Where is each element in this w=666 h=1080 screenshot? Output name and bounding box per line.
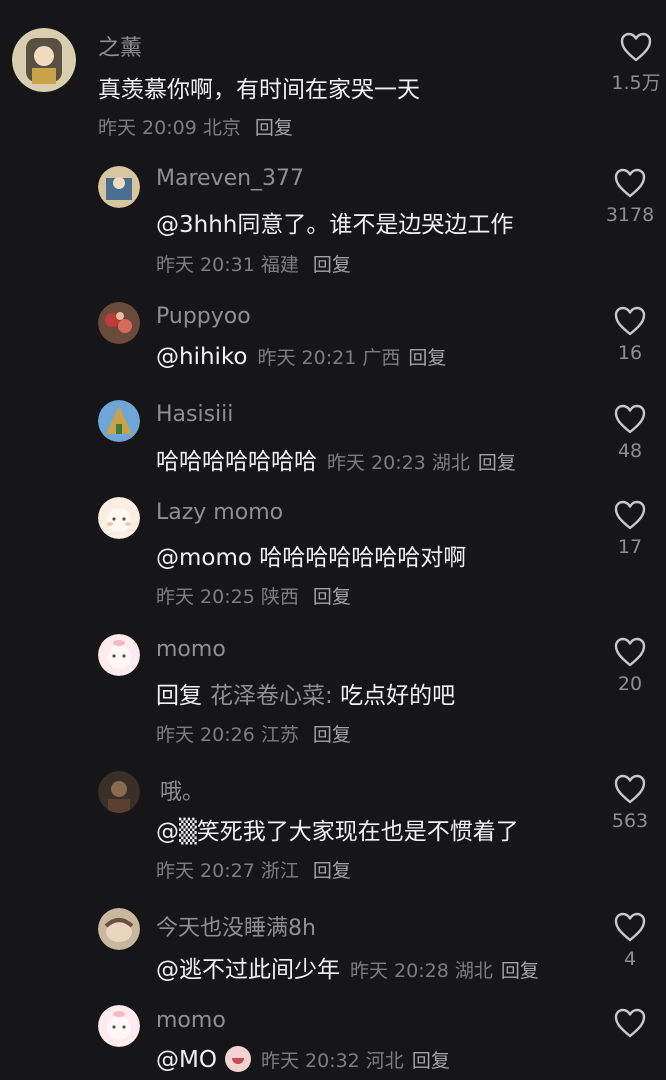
like-button[interactable] — [604, 1008, 656, 1044]
reply-button[interactable]: 回复 — [478, 452, 516, 474]
comment-username[interactable]: momo — [156, 1008, 226, 1033]
heart-icon — [614, 306, 646, 336]
heart-icon — [614, 404, 646, 434]
comment-username[interactable]: Puppyoo — [156, 304, 251, 329]
avatar[interactable] — [98, 497, 140, 539]
comment-text-content: @MO — [156, 1047, 217, 1073]
comment-meta: 昨天 20:28 湖北 回复 — [350, 960, 539, 982]
comment-username[interactable]: 之薰 — [98, 30, 142, 62]
like-count: 48 — [617, 440, 643, 462]
like-button[interactable]: 1.5万 — [608, 32, 664, 95]
comment-location: 江苏 — [260, 724, 299, 746]
reply-button[interactable]: 回复 — [313, 860, 351, 882]
comment-text: 回复 花泽卷心菜: 吃点好的吧 — [156, 676, 455, 710]
comment-time: 昨天 20:31 — [156, 254, 255, 276]
comment-time: 昨天 20:27 — [156, 860, 255, 882]
comment-text: @MO 昨天 20:32 河北 回复 — [156, 1046, 450, 1073]
avatar[interactable] — [98, 634, 140, 676]
like-count: 16 — [617, 342, 643, 364]
reply-button[interactable]: 回复 — [408, 347, 446, 369]
comment-username[interactable]: Hasisiii — [156, 402, 233, 427]
like-button[interactable]: 20 — [604, 637, 656, 695]
comment-location: 福建 — [260, 254, 299, 276]
reply-button[interactable]: 回复 — [412, 1050, 450, 1072]
comment-text-content: @hihiko — [156, 344, 248, 370]
comment-text: 真羡慕你啊，有时间在家哭一天 — [98, 77, 420, 103]
avatar[interactable] — [12, 28, 76, 92]
reply-button[interactable]: 回复 — [313, 586, 351, 608]
like-count: 20 — [617, 673, 643, 695]
like-button[interactable]: 563 — [604, 774, 656, 832]
heart-icon — [614, 912, 646, 942]
like-count: 1.5万 — [611, 72, 661, 94]
heart-icon — [614, 500, 646, 530]
comment-meta: 昨天 20:27 浙江 回复 — [156, 856, 351, 883]
comment-username[interactable]: Lazy momo — [156, 500, 283, 525]
reply-target[interactable]: 花泽卷心菜: — [210, 683, 333, 709]
reply-prefix: 回复 — [156, 683, 202, 709]
heart-icon — [614, 637, 646, 667]
comment-username[interactable]: Mareven_377 — [156, 166, 304, 191]
comment-text-content: 吃点好的吧 — [340, 683, 456, 709]
like-count: 3178 — [605, 204, 655, 226]
crying-face-icon — [224, 1046, 251, 1072]
comment-username[interactable]: 哦。 — [160, 774, 204, 806]
heart-icon — [614, 774, 646, 804]
like-button[interactable]: 17 — [604, 500, 656, 558]
comment-text: @逃不过此间少年 昨天 20:28 湖北 回复 — [156, 950, 539, 984]
like-button[interactable]: 16 — [604, 306, 656, 364]
comment-text: @3hhh同意了。谁不是边哭边工作 — [156, 212, 514, 238]
comment-location: 陕西 — [260, 586, 299, 608]
heart-icon — [614, 1008, 646, 1038]
avatar[interactable] — [98, 771, 140, 813]
avatar[interactable] — [98, 166, 140, 208]
avatar[interactable] — [98, 908, 140, 950]
avatar[interactable] — [98, 400, 140, 442]
comment-time: 昨天 20:32 — [260, 1050, 360, 1072]
comment-location: 浙江 — [260, 860, 299, 882]
reply-button[interactable]: 回复 — [313, 254, 351, 276]
avatar[interactable] — [98, 302, 140, 344]
like-button[interactable]: 4 — [604, 912, 656, 970]
comment-time: 昨天 20:23 — [327, 452, 426, 474]
comment-text: @hihiko 昨天 20:21 广西 回复 — [156, 343, 446, 370]
comment-time: 昨天 20:28 — [350, 960, 449, 982]
like-button[interactable]: 48 — [604, 404, 656, 462]
comment-meta: 昨天 20:31 福建 回复 — [156, 250, 351, 277]
comment-text: @▒笑死我了大家现在也是不惯着了 — [156, 819, 519, 845]
comment-meta: 昨天 20:23 湖北 回复 — [327, 452, 516, 474]
comment-text-content: 哈哈哈哈哈哈哈 — [156, 449, 317, 475]
comment-location: 北京 — [202, 117, 241, 139]
comment-time: 昨天 20:21 — [257, 347, 357, 369]
comment-meta: 昨天 20:09 北京 回复 — [98, 113, 293, 140]
comment-username[interactable]: momo — [156, 637, 226, 662]
reply-button[interactable]: 回复 — [501, 960, 539, 982]
comment-text: 哈哈哈哈哈哈哈 昨天 20:23 湖北 回复 — [156, 442, 516, 476]
comment-time: 昨天 20:25 — [156, 586, 255, 608]
like-button[interactable]: 3178 — [604, 168, 656, 226]
avatar[interactable] — [98, 1005, 140, 1047]
comment-location: 湖北 — [431, 452, 470, 474]
like-count: 4 — [623, 948, 637, 970]
heart-icon — [614, 168, 646, 198]
reply-button[interactable]: 回复 — [255, 117, 293, 139]
like-count: 563 — [611, 810, 649, 832]
comment-location: 湖北 — [454, 960, 493, 982]
comment-meta: 昨天 20:25 陕西 回复 — [156, 582, 351, 609]
comment-time: 昨天 20:09 — [98, 117, 197, 139]
comment-text-content: @逃不过此间少年 — [156, 957, 340, 983]
comment-meta: 昨天 20:26 江苏 回复 — [156, 720, 351, 747]
heart-icon — [620, 32, 652, 62]
comment-username[interactable]: 今天也没睡满8h — [156, 910, 316, 942]
comment-location: 广西 — [362, 347, 401, 369]
like-count: 17 — [617, 536, 643, 558]
comment-meta: 昨天 20:21 广西 回复 — [258, 347, 447, 369]
comment-time: 昨天 20:26 — [156, 724, 255, 746]
comment-meta: 昨天 20:32 河北 回复 — [261, 1050, 450, 1072]
comment-text: @momo 哈哈哈哈哈哈哈对啊 — [156, 545, 467, 571]
comment-location: 河北 — [365, 1050, 404, 1072]
reply-button[interactable]: 回复 — [313, 724, 351, 746]
